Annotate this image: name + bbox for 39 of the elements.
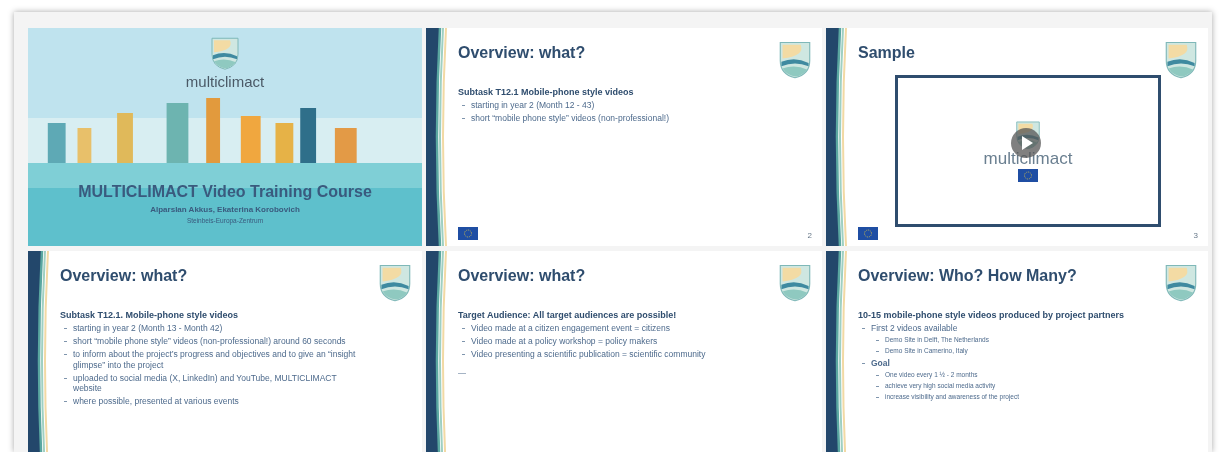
eu-flag-icon — [1018, 169, 1038, 183]
bullet-text: Video made at a policy workshop = policy makers — [471, 336, 658, 347]
bullet-text: where possible, presented at various events — [73, 396, 239, 407]
shield-logo-icon — [210, 36, 240, 71]
content-slide[interactable]: Overview: what? Subtask T12.1 Mobile-phone style videos starting in year 2 (Month 12 - 43) short “mobile phone style” videos (non-professional!) 2 — [426, 28, 822, 246]
slide-heading: Target Audience: All target audiences are possible! — [458, 310, 678, 321]
logo-text: multiclimact — [185, 72, 265, 90]
slide-number: 3 — [1193, 231, 1198, 240]
content-slide[interactable] — [28, 251, 422, 452]
author-names: Alparslan Akkus, Ekaterina Korobovich — [150, 205, 300, 214]
slide-number: 2 — [807, 231, 812, 240]
bullet-text: to inform about the project’s progress and objectives and to give an “insight glimpse” into the project — [73, 349, 357, 370]
slide-heading: Subtask T12.1. Mobile-phone style videos — [60, 310, 240, 321]
eu-flag-icon — [458, 227, 478, 240]
bullet-text: starting in year 2 (Month 13 - Month 42) — [73, 323, 223, 334]
shield-logo-icon — [778, 40, 812, 80]
bullet-text: First 2 videos available — [871, 323, 958, 334]
bullet-text: starting in year 2 (Month 12 - 43) — [471, 100, 595, 111]
slide-heading: Subtask T12.1 Mobile-phone style videos — [458, 87, 635, 98]
slide-title: MULTICLIMACT Video Training Course — [78, 183, 372, 201]
content-slide[interactable] — [826, 251, 1208, 452]
slide-title: Sample — [858, 44, 915, 62]
eu-flag-icon — [858, 227, 878, 240]
slide-title: Overview: what? — [458, 267, 586, 285]
slide-title: Overview: what? — [60, 267, 188, 285]
bullet-text: Goal — [871, 357, 890, 369]
shield-logo-icon — [778, 263, 812, 303]
content-slide[interactable] — [426, 251, 822, 452]
slide-title: Overview: Who? How Many? — [858, 267, 1077, 285]
bullet-text: Video made at a citizen engagement event = citizens — [471, 323, 670, 334]
bullet-text: short “mobile phone style” videos (non-professional!) around 60 seconds — [73, 336, 346, 347]
dash-text: — — [458, 367, 467, 377]
shield-logo-icon — [1164, 263, 1198, 303]
slide-heading: 10-15 mobile-phone style videos produced by project partners — [858, 310, 1126, 321]
bullet-text: short “mobile phone style” videos (non-professional!) — [471, 113, 669, 124]
slide-title: Overview: what? — [458, 44, 586, 62]
shield-logo-icon — [1164, 40, 1198, 80]
shield-logo-icon — [378, 263, 412, 303]
bullet-text: Video presenting a scientific publication = scientific community — [471, 349, 706, 360]
